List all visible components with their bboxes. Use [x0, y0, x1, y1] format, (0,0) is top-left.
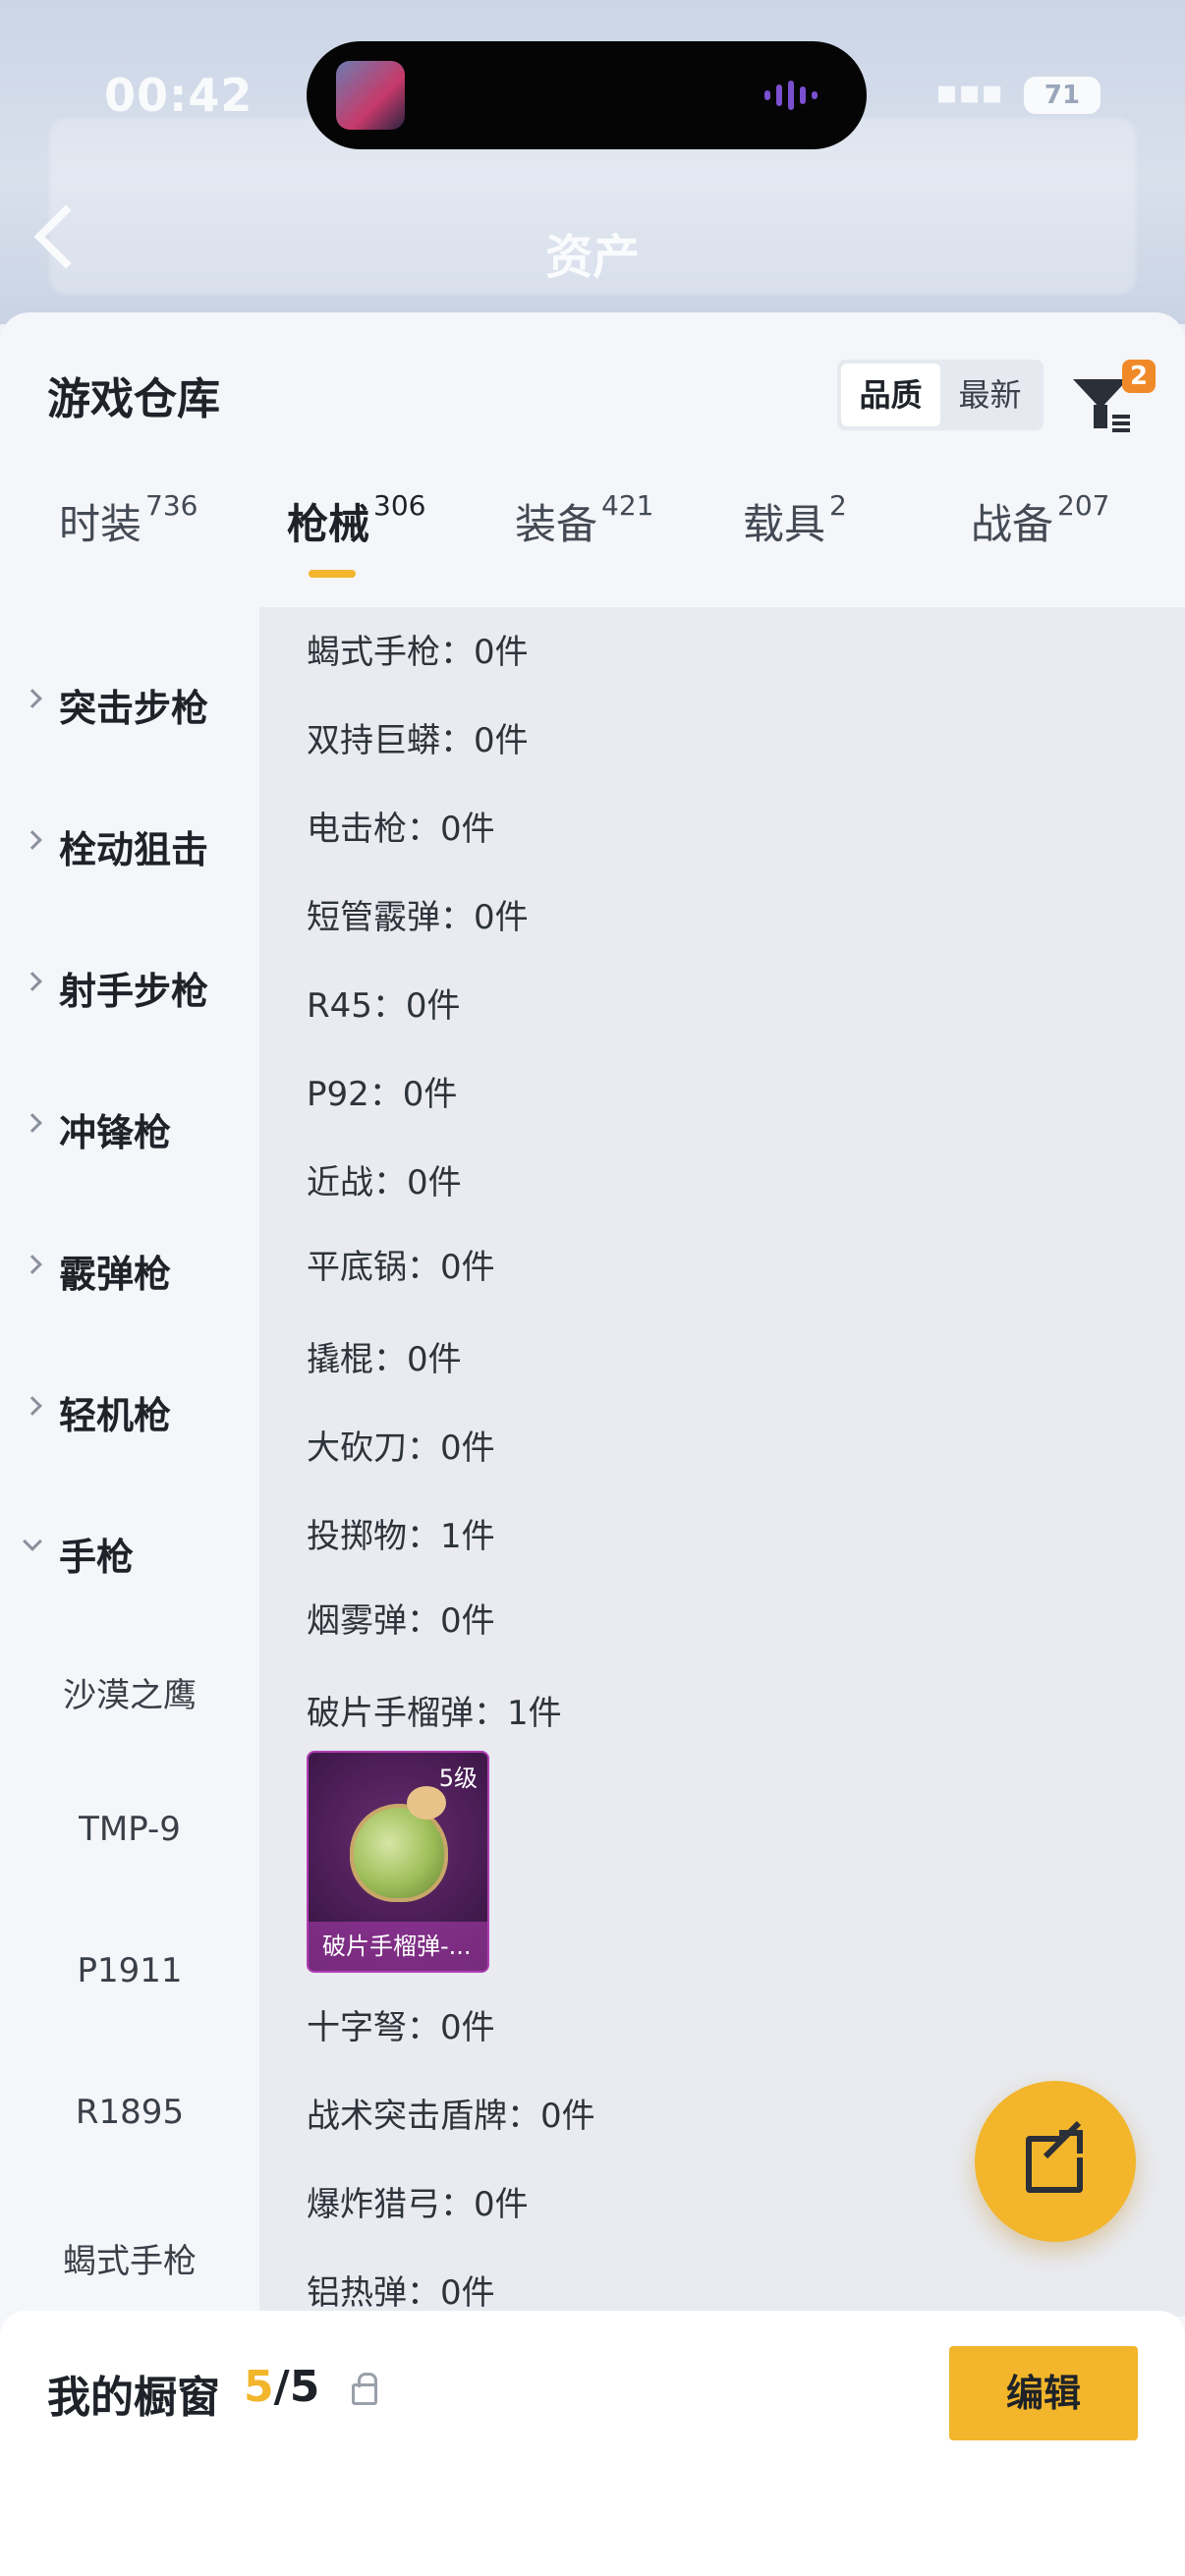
tab-count: 306 — [373, 489, 426, 522]
tab-count: 736 — [145, 489, 198, 522]
chevron-down-icon — [23, 1532, 42, 1551]
category-label: 霰弹枪 — [59, 1253, 172, 1296]
top-header: 00:42 ▪▪▪ 71 资产 — [0, 0, 1185, 324]
warehouse-title: 游戏仓库 — [47, 374, 220, 424]
battery-icon: 71 — [1024, 77, 1100, 114]
showcase-title: 我的橱窗 — [47, 2373, 220, 2423]
tab-firearms[interactable]: 枪械 306 — [287, 489, 426, 601]
list-item: 双持巨蟒：0件 — [307, 721, 529, 760]
list-item: R45：0件 — [307, 986, 461, 1026]
tab-equipment[interactable]: 装备 421 — [515, 489, 654, 601]
share-button[interactable] — [975, 2081, 1136, 2242]
tab-label: 战备 — [971, 500, 1054, 548]
category-shotgun[interactable]: 霰弹枪 — [0, 1238, 259, 1297]
tab-supplies[interactable]: 战备 207 — [971, 489, 1110, 601]
filter-icon-lines — [1112, 415, 1130, 419]
list-item: 爆炸猎弓：0件 — [307, 2185, 529, 2224]
list-item: 烟雾弹：0件 — [307, 1601, 495, 1641]
chevron-right-icon — [23, 1113, 42, 1133]
tab-label: 时装 — [59, 500, 142, 548]
weapon-category-sidebar: 突击步枪 栓动狙击 射手步枪 冲锋枪 霰弹枪 轻机枪 手枪 沙漠之鹰 TMP-9… — [0, 607, 259, 2317]
signal-icon: ▪▪▪ — [935, 73, 1004, 112]
subcategory-p1911[interactable]: P1911 — [0, 1951, 259, 1990]
sort-toggle: 品质 最新 — [837, 360, 1044, 430]
tab-count: 207 — [1057, 489, 1110, 522]
tab-label: 装备 — [515, 500, 598, 548]
list-item: 平底锅：0件 — [307, 1248, 495, 1287]
grenade-icon — [350, 1786, 448, 1902]
category-label: 突击步枪 — [59, 687, 209, 730]
filter-badge: 2 — [1122, 360, 1156, 393]
category-marksman-rifle[interactable]: 射手步枪 — [0, 955, 259, 1014]
showcase-bar: 我的橱窗 5/5 编辑 — [0, 2311, 1185, 2576]
category-lmg[interactable]: 轻机枪 — [0, 1379, 259, 1438]
category-label: 射手步枪 — [59, 970, 209, 1013]
list-item: 铝热弹：0件 — [307, 2273, 495, 2313]
showcase-total: /5 — [273, 2362, 320, 2412]
category-label: 手枪 — [59, 1536, 135, 1579]
category-label: 冲锋枪 — [59, 1111, 172, 1154]
list-item: 短管霰弹：0件 — [307, 898, 529, 937]
chevron-right-icon — [23, 972, 42, 991]
list-item: 战术突击盾牌：0件 — [307, 2097, 595, 2136]
category-tabs: 时装 736 枪械 306 装备 421 载具 2 战备 207 — [0, 489, 1185, 601]
media-thumbnail — [336, 61, 405, 130]
tab-label: 枪械 — [287, 500, 370, 548]
list-item: 破片手榴弹：1件 — [307, 1694, 562, 1733]
category-assault-rifle[interactable]: 突击步枪 — [0, 672, 259, 731]
weapon-list: 蝎式手枪：0件 双持巨蟒：0件 电击枪：0件 短管霰弹：0件 R45：0件 P9… — [259, 607, 1185, 2317]
category-smg[interactable]: 冲锋枪 — [0, 1096, 259, 1155]
filter-icon-stem — [1094, 405, 1107, 428]
list-item: 蝎式手枪：0件 — [307, 633, 529, 672]
warehouse-sheet: 游戏仓库 品质 最新 2 时装 736 枪械 306 装备 421 载具 2 战备 207 — [0, 312, 1185, 2576]
tab-vehicles[interactable]: 载具 2 — [743, 489, 847, 601]
status-time: 00:42 — [104, 69, 254, 122]
category-label: 栓动狙击 — [59, 828, 209, 871]
chevron-right-icon — [23, 1255, 42, 1274]
edit-button[interactable]: 编辑 — [949, 2346, 1138, 2440]
category-bolt-sniper[interactable]: 栓动狙击 — [0, 813, 259, 872]
chevron-right-icon — [23, 830, 42, 850]
list-item: 撬棍：0件 — [307, 1340, 462, 1379]
list-item: P92：0件 — [307, 1075, 458, 1114]
list-item: 十字弩：0件 — [307, 2008, 495, 2047]
subcategory-r1895[interactable]: R1895 — [0, 2093, 259, 2132]
item-card-frag-grenade[interactable]: 5级 破片手榴弹-... — [307, 1751, 489, 1973]
tab-active-indicator — [309, 570, 356, 578]
audio-wave-icon — [764, 81, 833, 110]
sort-newest[interactable]: 最新 — [940, 364, 1040, 426]
list-item: 电击枪：0件 — [307, 810, 495, 849]
category-pistol[interactable]: 手枪 — [0, 1521, 259, 1580]
subcategory-tmp9[interactable]: TMP-9 — [0, 1810, 259, 1849]
sort-quality[interactable]: 品质 — [841, 364, 940, 426]
status-icons: ▪▪▪ 71 — [935, 73, 1100, 114]
list-item: 投掷物：1件 — [307, 1517, 495, 1556]
lock-icon — [352, 2373, 377, 2405]
showcase-current: 5 — [244, 2362, 274, 2412]
chevron-right-icon — [23, 1396, 42, 1416]
showcase-count: 5/5 — [244, 2362, 319, 2412]
tab-count: 421 — [601, 489, 654, 522]
chevron-right-icon — [23, 689, 42, 708]
list-item: 近战：0件 — [307, 1163, 462, 1203]
subcategory-desert-eagle[interactable]: 沙漠之鹰 — [0, 1668, 259, 1716]
dynamic-island — [307, 41, 867, 149]
page-title: 资产 — [545, 230, 641, 285]
tab-fashion[interactable]: 时装 736 — [59, 489, 198, 601]
item-name: 破片手榴弹-... — [309, 1922, 487, 1971]
tab-count: 2 — [829, 489, 847, 522]
item-level: 5级 — [438, 1764, 478, 1792]
list-item: 大砍刀：0件 — [307, 1428, 495, 1468]
category-label: 轻机枪 — [59, 1394, 172, 1437]
tab-label: 载具 — [743, 500, 826, 548]
subcategory-scorpion[interactable]: 蝎式手枪 — [0, 2234, 259, 2282]
filter-button[interactable]: 2 — [1069, 360, 1156, 438]
share-arrowhead — [1059, 2130, 1083, 2154]
